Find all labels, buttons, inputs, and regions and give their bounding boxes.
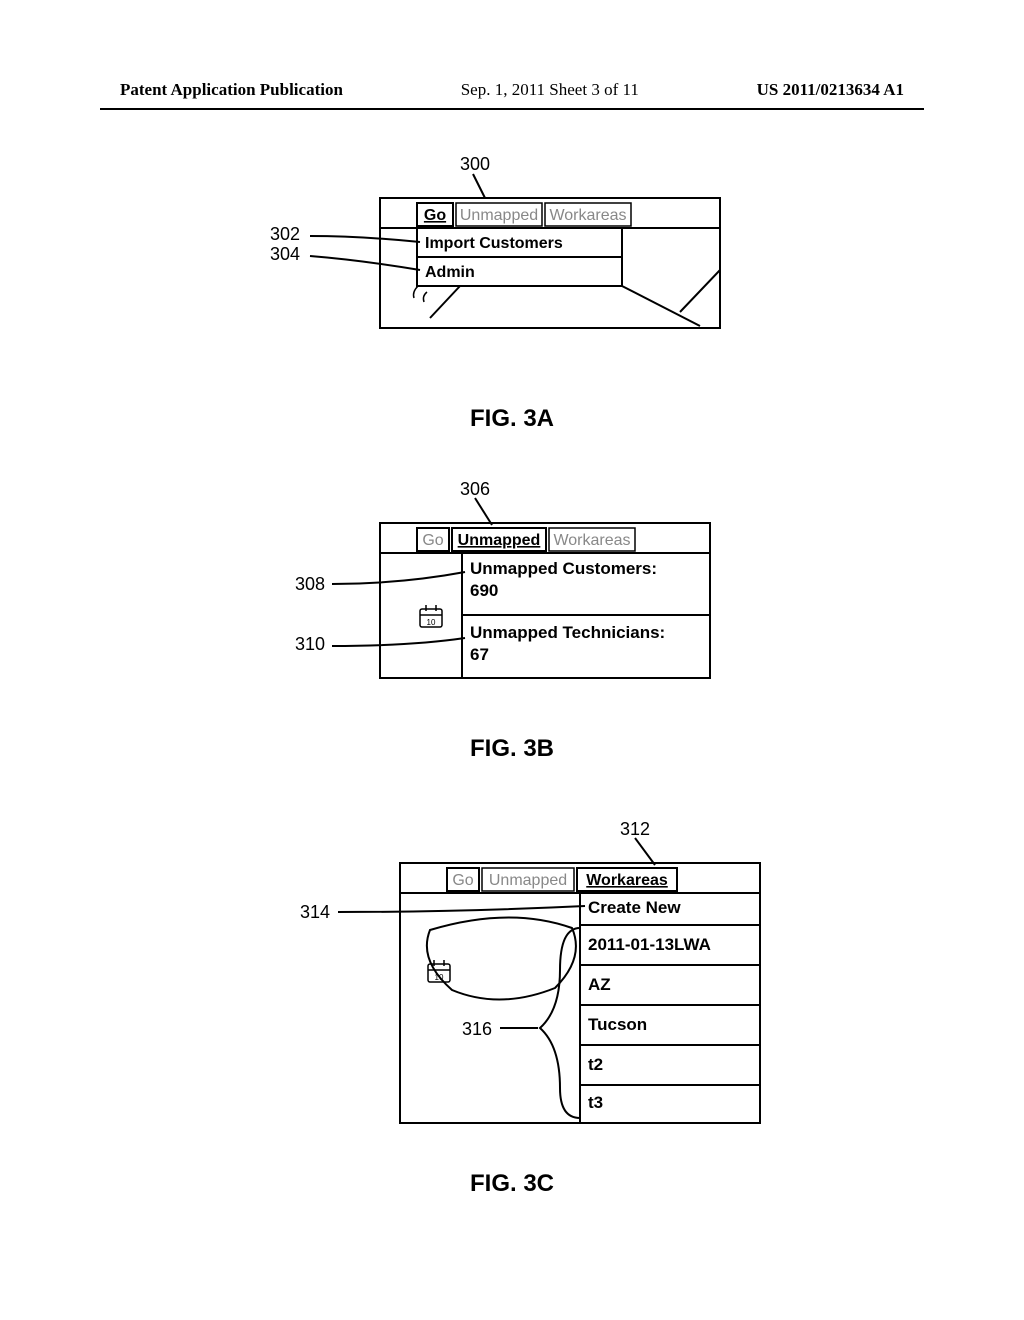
calendar-icon: 10 [420,605,442,627]
figure-3a: 302 304 300 Go Unmapped Workareas Import… [0,150,1024,433]
calendar-icon: 10 [428,960,450,982]
callout-316: 316 [462,1019,492,1039]
callout-302: 302 [270,224,300,244]
tab-unmapped[interactable]: Unmapped [460,207,538,224]
fig-3c-caption: FIG. 3C [0,1170,1024,1198]
header-center: Sep. 1, 2011 Sheet 3 of 11 [461,80,639,100]
workarea-item-3[interactable]: t2 [588,1055,603,1074]
tab-unmapped[interactable]: Unmapped [489,872,567,889]
figure-3b: 306 308 310 Go Unmapped Workareas Unmapp… [0,470,1024,763]
workarea-item-2[interactable]: Tucson [588,1015,647,1034]
callout-310: 310 [295,634,325,654]
tab-unmapped[interactable]: Unmapped [458,532,541,549]
unmapped-technicians-label: Unmapped Technicians: [470,623,665,642]
menu-admin[interactable]: Admin [425,264,475,281]
workarea-item-1[interactable]: AZ [588,975,611,994]
svg-text:10: 10 [427,618,436,627]
tab-workareas[interactable]: Workareas [586,872,668,889]
tab-go[interactable]: Go [422,532,443,549]
header-left: Patent Application Publication [120,80,343,100]
unmapped-technicians-value: 67 [470,645,489,664]
menu-create-new[interactable]: Create New [588,898,681,917]
callout-314: 314 [300,902,330,922]
figure-3c: 312 314 316 Go Unmapped Workareas Create… [0,810,1024,1198]
tab-go[interactable]: Go [424,207,446,224]
svg-text:10: 10 [435,973,444,982]
unmapped-customers-value: 690 [470,581,498,600]
fig-3b-caption: FIG. 3B [0,735,1024,763]
callout-308: 308 [295,574,325,594]
tab-workareas[interactable]: Workareas [553,532,630,549]
header-rule [100,108,924,110]
callout-312: 312 [620,819,650,839]
callout-306: 306 [460,479,490,499]
patent-header: Patent Application Publication Sep. 1, 2… [0,80,1024,100]
tab-go[interactable]: Go [452,872,473,889]
workarea-item-4[interactable]: t3 [588,1093,603,1112]
tab-workareas[interactable]: Workareas [549,207,626,224]
header-right: US 2011/0213634 A1 [757,80,904,100]
callout-300: 300 [460,154,490,174]
unmapped-customers-label: Unmapped Customers: [470,559,657,578]
fig-3a-caption: FIG. 3A [0,405,1024,433]
workarea-item-0[interactable]: 2011-01-13LWA [588,935,711,954]
callout-304: 304 [270,244,300,264]
menu-import-customers[interactable]: Import Customers [425,235,563,252]
